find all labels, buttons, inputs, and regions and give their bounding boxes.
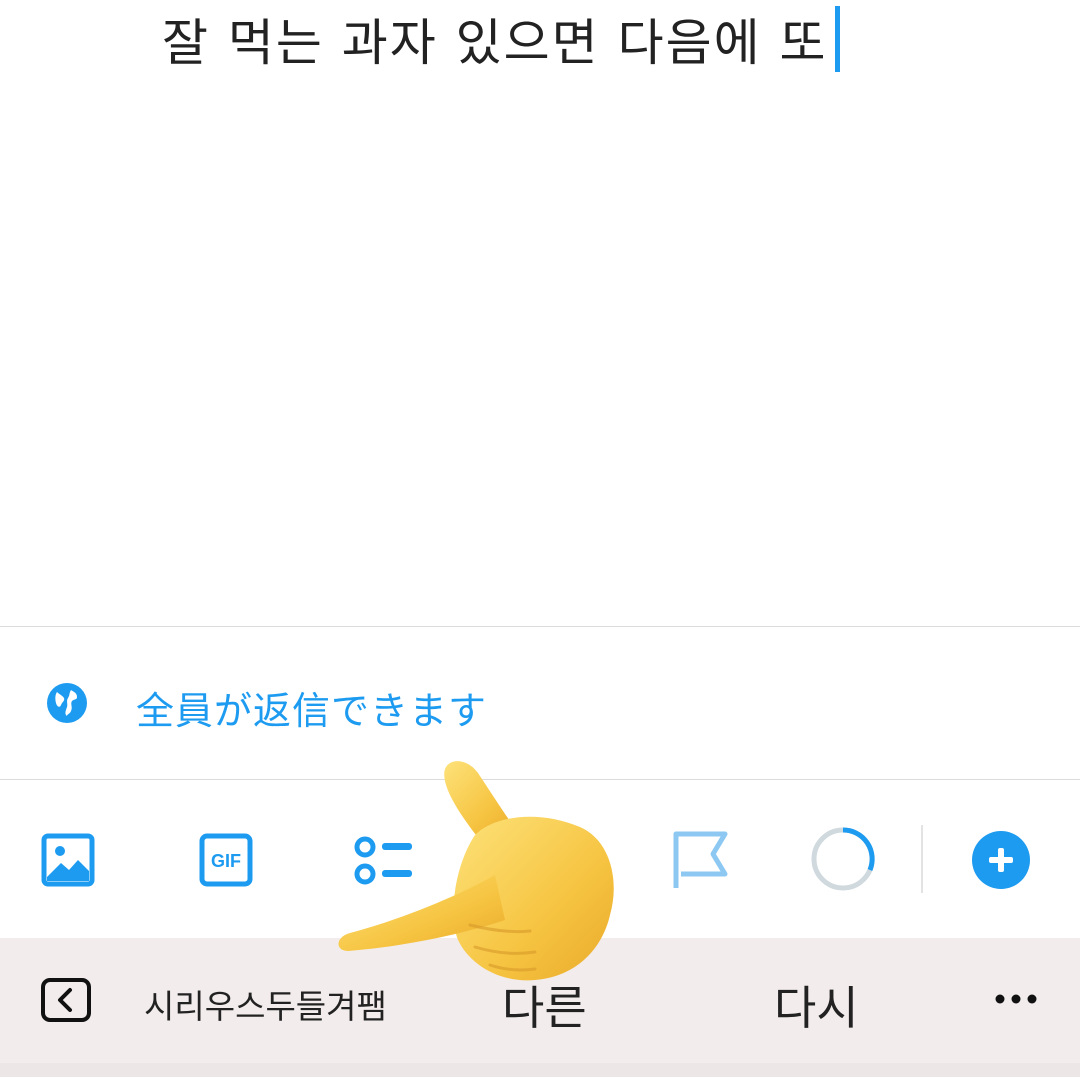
suggestion-3[interactable]: 다시 — [774, 972, 859, 1038]
tweet-text-input[interactable]: 잘 먹는 과자 있으면 다음에 또 — [162, 6, 841, 72]
tweet-text: 잘 먹는 과자 있으면 다음에 또 — [162, 14, 828, 72]
toolbar-separator — [921, 825, 923, 893]
text-caret — [835, 6, 841, 72]
globe-icon — [47, 683, 87, 723]
pointing-hand-emoji-icon — [338, 761, 614, 981]
keyboard-bottom-edge — [0, 1063, 1080, 1077]
gif-label: GIF — [211, 851, 241, 871]
gif-button[interactable]: GIF — [199, 833, 253, 887]
add-thread-icon[interactable] — [972, 831, 1030, 889]
chevron-left-icon[interactable] — [41, 978, 91, 1022]
image-icon[interactable] — [41, 833, 95, 887]
flag-icon[interactable] — [671, 830, 731, 890]
ellipsis-icon[interactable] — [994, 992, 1038, 1006]
reply-setting-label[interactable]: 全員が返信できます — [136, 680, 487, 735]
gif-icon: GIF — [199, 833, 253, 887]
tweet-compose-area[interactable]: 잘 먹는 과자 있으면 다음에 또 — [0, 0, 1080, 626]
character-counter-ring — [811, 827, 875, 891]
